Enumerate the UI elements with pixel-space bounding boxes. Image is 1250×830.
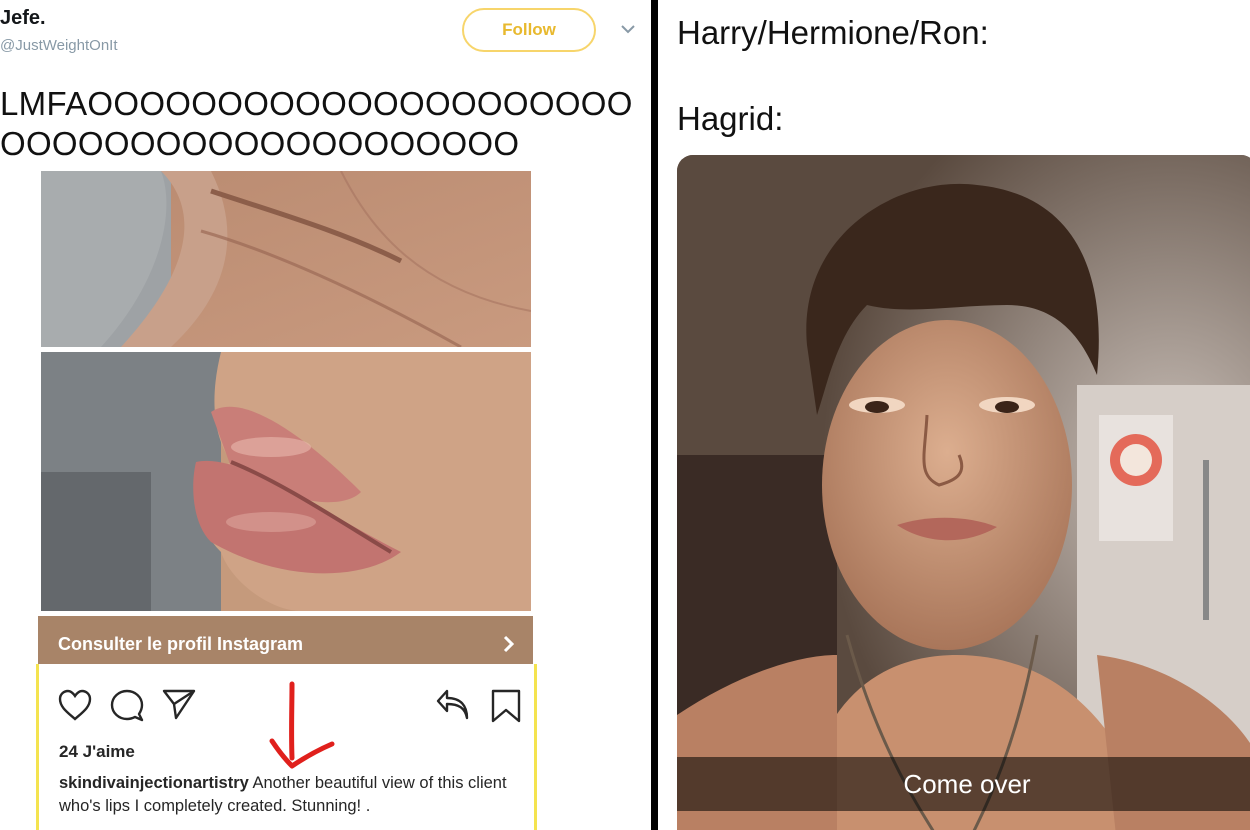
embed-image-before[interactable] (41, 171, 531, 347)
snap-caption: Come over (903, 768, 1031, 799)
snap-caption-bar: Come over (677, 757, 1250, 811)
snap-photo[interactable]: Come over (677, 155, 1250, 830)
caption-username[interactable]: skindivainjectionartistry (59, 774, 249, 792)
red-arrow-icon (269, 681, 335, 769)
meme-panel: Harry/Hermione/Ron: Hagrid: Come over (658, 0, 1250, 830)
tweet-display-name[interactable]: Jefe. (0, 7, 46, 30)
comment-icon[interactable] (109, 688, 145, 724)
panel-divider (651, 0, 658, 830)
instagram-profile-link-label: Consulter le profil Instagram (58, 633, 304, 654)
bookmark-icon[interactable] (488, 688, 524, 724)
chevron-right-icon (503, 635, 515, 653)
tweet-text: LMFAOOOOOOOOOOOOOOOOOOOOOOOOOOOOOOOOOOOO… (0, 85, 633, 162)
heart-icon[interactable] (57, 688, 93, 724)
meme-line-1: Harry/Hermione/Ron: (677, 14, 989, 51)
post-caption: skindivainjectionartistry Another beauti… (59, 772, 519, 818)
tweet-handle[interactable]: @JustWeightOnIt (0, 37, 118, 54)
chevron-down-icon[interactable] (618, 22, 638, 36)
reply-icon[interactable] (435, 688, 471, 724)
like-count[interactable]: 24 J'aime (59, 742, 135, 762)
follow-button[interactable]: Follow (462, 8, 596, 52)
send-icon[interactable] (161, 686, 197, 722)
tweet-panel: Jefe. @JustWeightOnIt Follow LMFAOOOOOOO… (0, 0, 651, 830)
meme-line-2: Hagrid: (677, 100, 784, 137)
embed-image-after[interactable] (41, 352, 531, 611)
